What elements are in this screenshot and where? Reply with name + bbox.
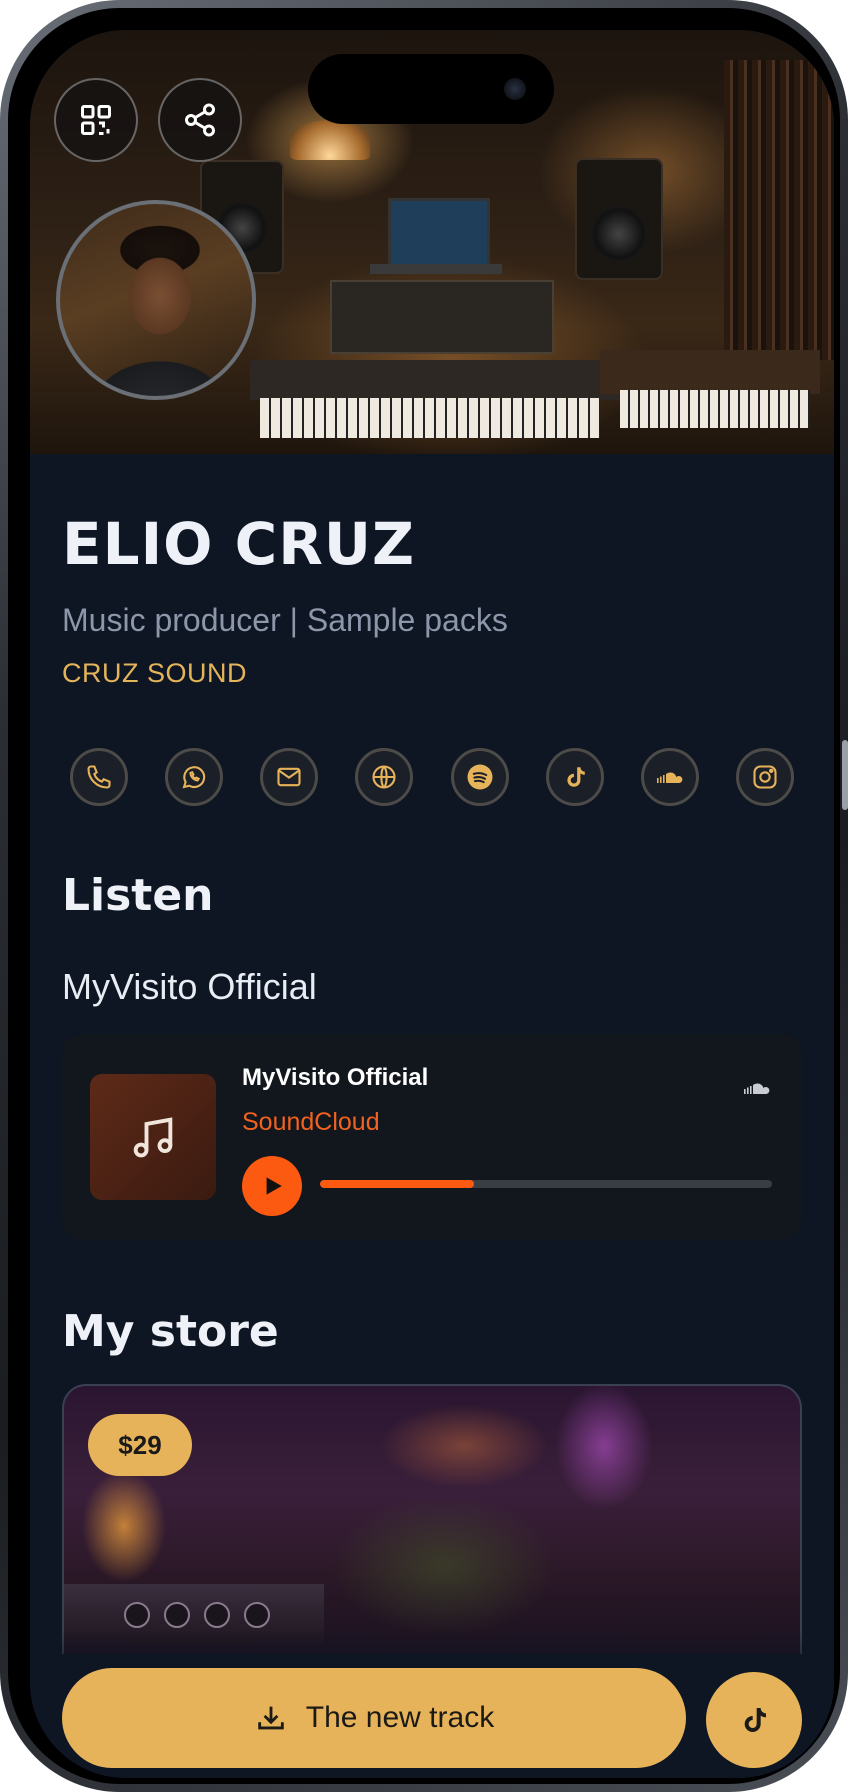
screen: ELIO CRUZ Music producer | Sample packs … bbox=[30, 30, 834, 1778]
download-track-button[interactable]: The new track bbox=[62, 1668, 686, 1768]
keyboard-keys-right bbox=[620, 390, 810, 428]
store-product-card[interactable]: $29 bbox=[62, 1384, 802, 1654]
track-progress-fill bbox=[320, 1180, 474, 1188]
rack-knob bbox=[244, 1602, 270, 1628]
tiktok-icon bbox=[567, 767, 585, 787]
price-badge: $29 bbox=[88, 1414, 192, 1476]
tiktok-link[interactable] bbox=[545, 748, 604, 806]
profile-content: ELIO CRUZ Music producer | Sample packs … bbox=[30, 454, 834, 1778]
listen-section-title: Listen bbox=[62, 870, 214, 921]
keyboard-keys bbox=[260, 398, 600, 438]
record-shelf bbox=[724, 60, 834, 360]
rack-knob bbox=[204, 1602, 230, 1628]
speaker-cone bbox=[591, 206, 647, 262]
front-camera bbox=[504, 78, 526, 100]
share-icon bbox=[185, 103, 215, 137]
track-artwork bbox=[90, 1074, 216, 1200]
speaker-right bbox=[575, 158, 663, 280]
qr-code-icon bbox=[81, 105, 111, 135]
track-progress-bar[interactable] bbox=[320, 1180, 772, 1188]
side-button bbox=[842, 740, 848, 810]
track-title: MyVisito Official bbox=[242, 1064, 429, 1091]
play-icon bbox=[266, 1177, 282, 1195]
rack-knob bbox=[124, 1602, 150, 1628]
music-note-icon bbox=[133, 1117, 173, 1158]
mixing-console bbox=[330, 280, 554, 354]
whatsapp-icon bbox=[182, 766, 206, 789]
share-button[interactable] bbox=[158, 78, 242, 162]
soundcloud-icon bbox=[656, 772, 683, 783]
rack-knob bbox=[164, 1602, 190, 1628]
tiktok-icon bbox=[744, 1708, 766, 1732]
cover-photo bbox=[30, 30, 834, 454]
laptop-base bbox=[370, 264, 502, 274]
synth-body-right bbox=[600, 350, 820, 394]
website-link[interactable] bbox=[355, 748, 414, 806]
desk-lamp bbox=[290, 120, 370, 160]
instagram-icon bbox=[753, 765, 777, 789]
social-links bbox=[70, 748, 794, 810]
soundcloud-logo bbox=[738, 1078, 776, 1102]
instagram-link[interactable] bbox=[735, 748, 794, 806]
track-source[interactable]: SoundCloud bbox=[242, 1108, 380, 1137]
play-button[interactable] bbox=[242, 1156, 302, 1216]
spotify-icon bbox=[467, 764, 493, 790]
phone-icon bbox=[87, 765, 111, 789]
profile-tagline: Music producer | Sample packs bbox=[62, 602, 508, 638]
qr-code-button[interactable] bbox=[54, 78, 138, 162]
avatar bbox=[56, 200, 256, 400]
whatsapp-link[interactable] bbox=[165, 748, 224, 806]
soundcloud-icon bbox=[744, 1083, 770, 1094]
soundcloud-player: MyVisito Official SoundCloud bbox=[62, 1034, 802, 1240]
spotify-link[interactable] bbox=[450, 748, 509, 806]
phone-bezel: ELIO CRUZ Music producer | Sample packs … bbox=[8, 8, 840, 1784]
profile-company: CRUZ SOUND bbox=[62, 658, 247, 688]
phone-frame: ELIO CRUZ Music producer | Sample packs … bbox=[0, 0, 848, 1792]
phone-link[interactable] bbox=[70, 748, 128, 806]
mail-icon bbox=[277, 767, 301, 787]
listen-subtitle: MyVisito Official bbox=[62, 966, 317, 1007]
profile-name: ELIO CRUZ bbox=[62, 510, 416, 578]
globe-icon bbox=[372, 765, 396, 789]
soundcloud-link[interactable] bbox=[640, 748, 699, 806]
download-track-label: The new track bbox=[305, 1701, 495, 1734]
dynamic-island bbox=[308, 54, 554, 124]
laptop bbox=[388, 198, 490, 270]
email-link[interactable] bbox=[260, 748, 319, 806]
synth-body bbox=[250, 360, 620, 400]
tiktok-fab-button[interactable] bbox=[706, 1672, 802, 1768]
download-icon bbox=[258, 1706, 284, 1730]
store-section-title: My store bbox=[62, 1306, 279, 1357]
